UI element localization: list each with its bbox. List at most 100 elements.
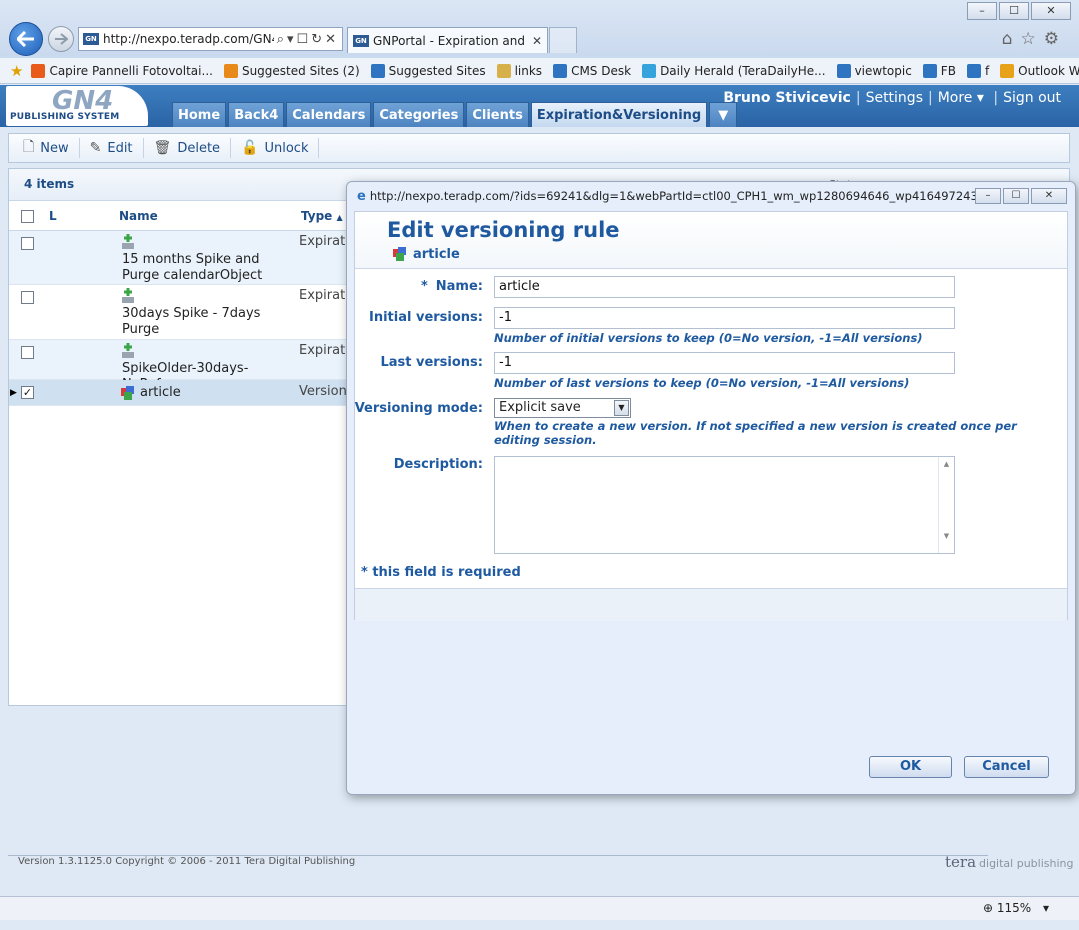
- nav-tab-back4[interactable]: Back4: [228, 102, 285, 127]
- row-name[interactable]: article: [140, 385, 181, 401]
- user-name: Bruno Stivicevic: [723, 90, 851, 106]
- more-menu[interactable]: More ▾: [938, 90, 984, 106]
- name-input[interactable]: article: [494, 276, 955, 298]
- settings-link[interactable]: Settings: [866, 90, 923, 106]
- favorite-site-icon: [31, 63, 46, 78]
- unlock-icon: 🔓: [241, 140, 259, 156]
- row-checkbox[interactable]: [21, 237, 34, 250]
- nav-tab-home[interactable]: Home: [172, 102, 227, 127]
- description-scrollbar[interactable]: ▲ ▼: [938, 457, 954, 553]
- favorite-link[interactable]: CMS Desk: [553, 63, 632, 78]
- dialog-subtitle: article: [391, 245, 460, 263]
- favorite-label: Outlook Web App: [1018, 63, 1079, 78]
- delete-button[interactable]: 🗑 Delete: [144, 138, 232, 158]
- minimize-button[interactable]: –: [967, 2, 997, 20]
- expiration-rule-icon: [122, 234, 134, 249]
- versioning-mode-select[interactable]: Explicit save ▼: [494, 398, 631, 418]
- row-name[interactable]: 15 months Spike and Purge calendarObject: [122, 252, 272, 284]
- dropdown-arrow-icon[interactable]: ▼: [614, 400, 629, 416]
- column-header-type[interactable]: Type ▲: [301, 209, 343, 223]
- cancel-button[interactable]: Cancel: [964, 756, 1049, 778]
- browser-status-bar: ⊕ 115% ▾: [0, 896, 1079, 920]
- edit-versioning-rule-dialog: e http://nexpo.teradp.com/?ids=69241&dlg…: [346, 181, 1076, 795]
- maximize-button[interactable]: ☐: [999, 2, 1029, 20]
- favorite-link[interactable]: Capire Pannelli Fotovoltai...: [31, 63, 213, 78]
- favorites-star-icon[interactable]: ☆: [1021, 29, 1044, 49]
- favorite-site-icon: [642, 63, 657, 78]
- address-url[interactable]: http://nexpo.teradp.com/GN4: [103, 32, 274, 46]
- back-button[interactable]: [9, 22, 43, 56]
- versioning-mode-value: Explicit save: [499, 400, 581, 415]
- arrow-right-icon: [55, 33, 68, 45]
- versioning-rule-icon: [393, 247, 406, 261]
- favorite-label: CMS Desk: [571, 63, 632, 78]
- column-header-lock[interactable]: L: [49, 209, 57, 223]
- favorite-link[interactable]: Suggested Sites: [370, 63, 486, 78]
- tab-title: GNPortal - Expiration and V...: [373, 33, 527, 48]
- new-document-icon: 🗋: [23, 139, 35, 155]
- row-name[interactable]: 30days Spike - 7days Purge: [122, 306, 272, 338]
- row-checkbox[interactable]: [21, 291, 34, 304]
- favorite-label: Suggested Sites (2): [241, 63, 360, 78]
- unlock-button[interactable]: 🔓 Unlock: [231, 138, 320, 158]
- favorite-link[interactable]: viewtopic: [836, 63, 912, 78]
- favorite-link[interactable]: Suggested Sites (2): [223, 63, 360, 78]
- select-all-checkbox[interactable]: [21, 210, 34, 223]
- gear-icon[interactable]: ⚙: [1044, 29, 1067, 49]
- site-favicon-icon: GN: [83, 33, 99, 45]
- tab-favicon-icon: GN: [353, 34, 369, 47]
- new-tab-button[interactable]: [549, 27, 577, 53]
- dialog-maximize-button[interactable]: ☐: [1003, 188, 1029, 204]
- favorite-label: f: [984, 63, 990, 78]
- row-type: Expirati: [299, 288, 349, 303]
- signout-link[interactable]: Sign out: [1003, 90, 1061, 106]
- dialog-close-button[interactable]: ✕: [1031, 188, 1067, 204]
- zoom-icon: ⊕: [982, 901, 993, 915]
- favorite-site-icon: [966, 63, 981, 78]
- versioning-mode-hint: When to create a new version. If not spe…: [494, 419, 1017, 447]
- favorite-site-icon: [1000, 63, 1015, 78]
- row-type: Expirati: [299, 234, 349, 249]
- nav-tab-expiration-versioning[interactable]: Expiration&Versioning: [530, 102, 708, 127]
- tab-close-icon[interactable]: ✕: [527, 34, 547, 48]
- nav-tab-calendars[interactable]: Calendars: [286, 102, 372, 127]
- favorite-link[interactable]: Outlook Web App: [1000, 63, 1079, 78]
- column-header-name[interactable]: Name: [119, 209, 158, 223]
- initial-versions-label: Initial versions:: [369, 310, 483, 325]
- description-textarea[interactable]: ▲ ▼: [494, 456, 955, 554]
- favorite-link[interactable]: FB: [922, 63, 956, 78]
- row-type: Version: [299, 384, 347, 399]
- gn4-logo[interactable]: GN4 PUBLISHING SYSTEM: [6, 86, 148, 126]
- ok-button[interactable]: OK: [869, 756, 952, 778]
- address-actions[interactable]: ⌕▾☐↻✕: [274, 32, 342, 47]
- row-checkbox[interactable]: [21, 346, 34, 359]
- edit-button[interactable]: ✎ Edit: [80, 138, 144, 158]
- logo-subtitle: PUBLISHING SYSTEM: [10, 112, 120, 122]
- favorites-add-icon[interactable]: ★: [10, 62, 23, 80]
- dialog-title: Edit versioning rule: [387, 218, 620, 242]
- nav-tab-categories[interactable]: Categories: [373, 102, 465, 127]
- forward-button[interactable]: [48, 26, 74, 52]
- home-icon[interactable]: ⌂: [1002, 29, 1021, 49]
- required-field-note: * this field is required: [361, 565, 521, 580]
- zoom-control[interactable]: ⊕ 115% ▾: [983, 901, 1049, 915]
- dialog-minimize-button[interactable]: –: [975, 188, 1001, 204]
- last-versions-input[interactable]: -1: [494, 352, 955, 374]
- favorite-link[interactable]: Daily Herald (TeraDailyHe...: [642, 63, 826, 78]
- new-button[interactable]: 🗋 New: [13, 138, 80, 158]
- close-window-button[interactable]: ✕: [1031, 2, 1071, 20]
- address-bar[interactable]: GN http://nexpo.teradp.com/GN4 ⌕▾☐↻✕: [78, 27, 343, 51]
- dialog-titlebar[interactable]: e http://nexpo.teradp.com/?ids=69241&dlg…: [347, 182, 1075, 210]
- dialog-body: Edit versioning rule article * Name: arti…: [354, 211, 1068, 621]
- dialog-body-footer: [355, 588, 1067, 621]
- nav-tab-clients[interactable]: Clients: [466, 102, 529, 127]
- favorite-link[interactable]: links: [496, 63, 543, 78]
- favorite-link[interactable]: f: [966, 63, 990, 78]
- initial-versions-input[interactable]: -1: [494, 307, 955, 329]
- description-label: Description:: [393, 457, 483, 472]
- favorite-label: links: [514, 63, 543, 78]
- browser-tab-active[interactable]: GN GNPortal - Expiration and V... ✕: [347, 27, 548, 53]
- expiration-rule-icon: [122, 288, 134, 303]
- favorite-site-icon: [922, 63, 937, 78]
- row-checkbox[interactable]: ✓: [21, 386, 34, 399]
